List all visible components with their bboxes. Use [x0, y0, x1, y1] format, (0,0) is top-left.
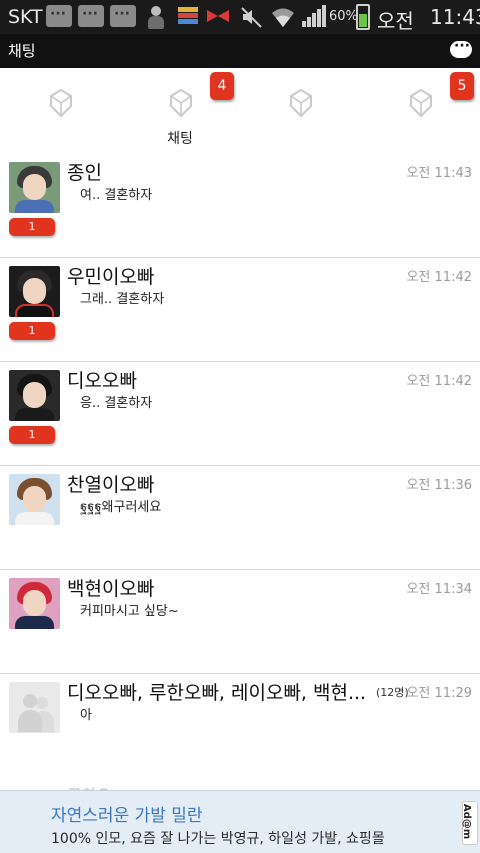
wifi-icon: [270, 5, 296, 29]
tab-badge: 5: [450, 72, 474, 100]
chat-time: 오전 11:42: [406, 270, 472, 285]
member-count: (12명): [376, 686, 409, 699]
exo-logo-icon: [170, 88, 192, 118]
ad-banner[interactable]: 자연스러운 가발 밀란 100% 인모, 요즘 잘 나가는 박영규, 하일성 가…: [0, 790, 480, 853]
chat-row[interactable]: 우민이오빠 그래.. 결혼하자 오전 11:42 1: [0, 258, 480, 362]
ad-logo: Ad@m: [461, 801, 478, 845]
chat-menu-icon[interactable]: [450, 38, 472, 58]
chat-name: 종인: [67, 162, 102, 184]
tab-discover[interactable]: [240, 68, 360, 154]
exo-logo-icon: [290, 88, 312, 118]
exo-logo-icon: [410, 88, 432, 118]
chat-time: 오전 11:43: [406, 166, 472, 181]
bow-icon: [205, 5, 231, 27]
avatar: [9, 578, 60, 629]
ad-logo-text: Ad@m: [461, 803, 473, 840]
avatar: [9, 266, 60, 317]
chat-preview: 그래.. 결혼하자: [80, 292, 165, 307]
chat-notification-icon: [78, 5, 104, 27]
signal-icon: [302, 5, 326, 29]
ad-title: 자연스러운 가발 밀란: [51, 806, 203, 826]
chat-name: 디오오빠, 루한오빠, 레이오빠, 백현...: [67, 682, 367, 704]
chat-preview: 아: [80, 708, 92, 723]
tab-chats[interactable]: 채팅 4: [120, 68, 240, 154]
clock-ampm: 오전: [377, 9, 414, 33]
tab-bar: 채팅 4 5: [0, 68, 480, 154]
tab-friends[interactable]: [0, 68, 120, 154]
chat-time: 오전 11:42: [406, 374, 472, 389]
avatar: [9, 370, 60, 421]
chat-notification-icon: [46, 5, 72, 27]
unread-badge: 1: [9, 322, 55, 340]
tab-badge: 4: [210, 72, 234, 100]
chat-name: 찬열이오빠: [67, 474, 155, 496]
chat-time: 오전 11:36: [406, 478, 472, 493]
chat-name: 백현이오빠: [67, 578, 155, 600]
chat-preview: 여.. 결혼하자: [80, 188, 153, 203]
unread-badge: 1: [9, 426, 55, 444]
chat-row[interactable]: 디오오빠, 루한오빠, 레이오빠, 백현... (12명) 아 오전 11:29: [0, 674, 480, 778]
chat-row[interactable]: 디오오빠 응.. 결혼하자 오전 11:42 1: [0, 362, 480, 466]
status-bar: SKT 60% 오전 11:43: [0, 0, 480, 34]
ad-body: 100% 인모, 요즘 잘 나가는 박영규, 하일성 가발, 쇼핑몰: [51, 831, 385, 847]
battery-percent: 60%: [329, 9, 358, 24]
group-avatar-icon: [9, 682, 60, 733]
chat-notification-icon: [110, 5, 136, 27]
mute-icon: [240, 5, 264, 29]
avatar: [9, 162, 60, 213]
exo-logo-icon: [50, 88, 72, 118]
battery-icon: [356, 4, 370, 30]
chat-row[interactable]: 종인 여.. 결혼하자 오전 11:43 1: [0, 154, 480, 258]
chat-time: 오전 11:29: [406, 686, 472, 701]
chat-time: 오전 11:34: [406, 582, 472, 597]
chat-row[interactable]: 찬열이오빠 ฐฐฐ왜구러세요 오전 11:36: [0, 466, 480, 570]
chat-name: 우민이오빠: [67, 266, 155, 288]
page-title: 채팅: [8, 42, 36, 60]
chat-preview: 커피마시고 싶당~: [80, 604, 179, 619]
carrier-label: SKT: [8, 6, 43, 28]
avatar: [9, 474, 60, 525]
chat-name: 디오오빠: [67, 370, 137, 392]
chat-row[interactable]: 백현이오빠 커피마시고 싶당~ 오전 11:34: [0, 570, 480, 674]
tab-label: 채팅: [167, 131, 193, 147]
chat-preview: ฐฐฐ왜구러세요: [80, 500, 162, 515]
chat-preview: 응.. 결혼하자: [80, 396, 153, 411]
clock-time: 11:43: [430, 5, 480, 29]
tab-more[interactable]: 5: [360, 68, 480, 154]
unread-badge: 1: [9, 218, 55, 236]
books-icon: [178, 5, 198, 27]
title-bar: 채팅: [0, 34, 480, 68]
profile-notification-icon: [145, 5, 167, 29]
